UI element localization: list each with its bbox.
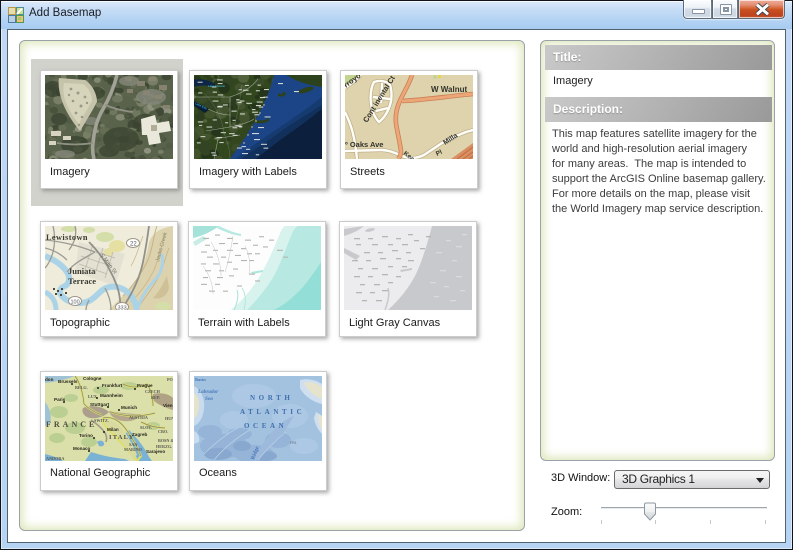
svg-text:Terrace: Terrace [68, 276, 96, 286]
svg-text:Frankfurt: Frankfurt [102, 383, 123, 388]
svg-text:100: 100 [71, 300, 80, 306]
svg-text:PO: PO [167, 377, 173, 382]
svg-text:NORTH: NORTH [250, 394, 293, 402]
svg-text:W Walnut: W Walnut [431, 85, 467, 94]
svg-text:ATLANTIC: ATLANTIC [240, 408, 305, 416]
svg-text:FR1: FR1 [290, 441, 297, 445]
svg-text:Munich: Munich [121, 405, 137, 410]
svg-text:Torino: Torino [79, 433, 93, 438]
svg-text:Sea: Sea [205, 396, 213, 402]
svg-text:º Oaks Ave: º Oaks Ave [345, 140, 383, 149]
svg-text:BOSN &: BOSN & [158, 438, 173, 443]
svg-text:Vien: Vien [163, 403, 173, 408]
svg-text:Juniata: Juniata [68, 266, 96, 276]
svg-text:SWITZ.: SWITZ. [94, 418, 109, 423]
svg-text:Cologne: Cologne [83, 376, 102, 381]
svg-text:ANDORA: ANDORA [46, 456, 64, 461]
svg-text:AUSTRIA: AUSTRIA [129, 415, 148, 420]
svg-text:OCEAN: OCEAN [244, 422, 287, 430]
svg-text:CZECH: CZECH [145, 389, 161, 394]
svg-text:Milan: Milan [107, 427, 119, 432]
svg-text:REP.: REP. [151, 395, 160, 400]
svg-text:Lewistown: Lewistown [46, 233, 88, 242]
svg-text:22: 22 [130, 242, 137, 248]
svg-text:BELG.: BELG. [75, 385, 88, 390]
svg-text:Mannheim: Mannheim [100, 393, 123, 398]
svg-text:Basin: Basin [195, 377, 206, 382]
svg-text:Monaco: Monaco [73, 446, 91, 451]
svg-text:Zagreb: Zagreb [132, 432, 148, 437]
svg-text:CRO.: CRO. [158, 429, 168, 434]
svg-text:SLOV.: SLOV. [140, 425, 152, 430]
svg-text:MARINO: MARINO [124, 447, 143, 452]
svg-text:don: don [45, 377, 54, 382]
svg-text:Stuttgart: Stuttgart [90, 402, 110, 407]
svg-text:HUN: HUN [165, 416, 173, 421]
svg-text:333: 333 [118, 306, 127, 311]
svg-text:Sarajevo: Sarajevo [146, 449, 165, 454]
svg-text:FRANCE: FRANCE [46, 420, 97, 429]
svg-text:Labrador: Labrador [197, 389, 219, 395]
svg-text:Brussels: Brussels [58, 379, 78, 384]
svg-text:Lake Ontario: Lake Ontario [208, 84, 226, 88]
svg-text:ITALY: ITALY [109, 434, 135, 441]
svg-text:Prague: Prague [137, 383, 153, 388]
